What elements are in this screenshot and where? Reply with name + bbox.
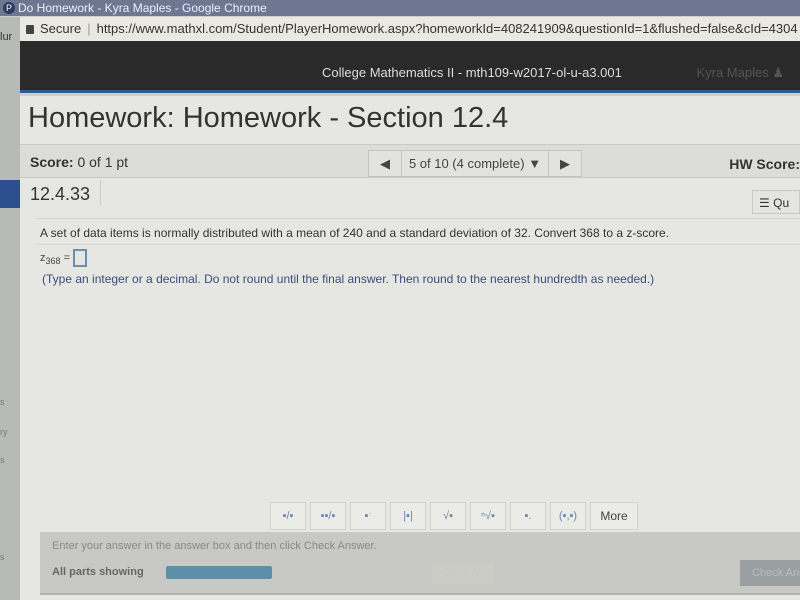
parts-label: All parts showing [52,566,144,578]
score-label: Score: [30,154,74,170]
chevron-down-icon: ▼ [528,156,542,171]
sidebar-fragment[interactable]: ry [0,427,8,437]
nav-status: 5 of 10 (4 complete) [408,156,525,171]
question-navigator: ◀ 5 of 10 (4 complete) ▼ ▶ [368,150,582,177]
equals-sign: = [63,252,71,264]
instruction-text: Enter your answer in the answer box and … [52,540,377,552]
question-id: 12.4.33 [30,184,91,204]
score-bar: Score: 0 of 1 pt ◀ 5 of 10 (4 complete) … [20,144,800,178]
question-select-dropdown[interactable]: 5 of 10 (4 complete) ▼ [401,151,549,176]
url[interactable]: https://www.mathxl.com/Student/PlayerHom… [97,21,798,36]
sidebar-fragment[interactable]: lur [0,31,12,43]
answer-footer: Enter your answer in the answer box and … [40,532,800,595]
subscript-button[interactable]: ▪. [510,502,546,530]
answer-subscript: 368 [45,256,61,267]
parts-progress-bar [166,566,272,579]
exponent-button[interactable]: ▪ˑ [350,502,386,530]
sidebar-fragment[interactable]: s [0,552,5,562]
sidebar-selected-item[interactable] [0,180,20,208]
list-icon: ☰ [759,196,770,210]
main-content: Homework: Homework - Section 12.4 Score:… [20,96,800,600]
course-header: College Mathematics II - mth109-w2017-ol… [20,41,800,93]
mixed-number-button[interactable]: ▪▪/▪ [310,502,346,530]
nth-root-button[interactable]: ⁿ√▪ [470,502,506,530]
user-icon: ♟ [772,65,784,80]
user-menu[interactable]: Kyra Maples ♟ [696,65,784,81]
divider [100,180,101,206]
hw-score-label: HW Score: [729,156,800,172]
fraction-button[interactable]: ▪/▪ [270,502,306,530]
left-sidebar: lur s ry s s [0,17,20,600]
user-name: Kyra Maples [696,65,769,80]
answer-hint: (Type an integer or a decimal. Do not ro… [42,272,655,286]
sidebar-fragment[interactable]: s [0,455,5,465]
page-title: Homework: Homework - Section 12.4 [28,102,509,134]
pearson-logo-icon: P [3,2,15,14]
divider [36,218,800,219]
next-question-button[interactable]: ▶ [549,151,581,176]
course-title: College Mathematics II - mth109-w2017-ol… [322,65,622,80]
question-help-button[interactable]: ☰ Qu [752,190,800,214]
check-answer-button[interactable]: Check Answer [740,560,800,586]
question-help-label: Qu [773,196,790,210]
square-root-button[interactable]: √▪ [430,502,466,530]
ordered-pair-button[interactable]: (▪,▪) [550,502,586,530]
answer-row: z368 = [40,249,88,267]
window-title: Do Homework - Kyra Maples - Google Chrom… [18,1,267,15]
score: Score: 0 of 1 pt [30,154,128,170]
address-bar[interactable]: Secure | https://www.mathxl.com/Student/Pl… [20,17,800,41]
answer-input[interactable] [73,249,88,267]
clear-all-button[interactable]: Clear All [432,562,494,584]
sidebar-fragment[interactable]: s [0,397,5,407]
question-text: A set of data items is normally distribu… [40,226,670,240]
previous-question-button[interactable]: ◀ [369,151,401,176]
divider [36,244,800,245]
absolute-value-button[interactable]: |▪| [390,502,426,530]
secure-label: Secure [40,21,82,36]
window-title-bar: P Do Homework - Kyra Maples - Google Chro… [0,0,800,16]
score-value: 0 of 1 pt [77,154,129,170]
math-toolbar: ▪/▪ ▪▪/▪ ▪ˑ |▪| √▪ ⁿ√▪ ▪. (▪,▪) More [270,502,638,530]
lock-icon [26,25,34,34]
more-button[interactable]: More [590,502,638,530]
